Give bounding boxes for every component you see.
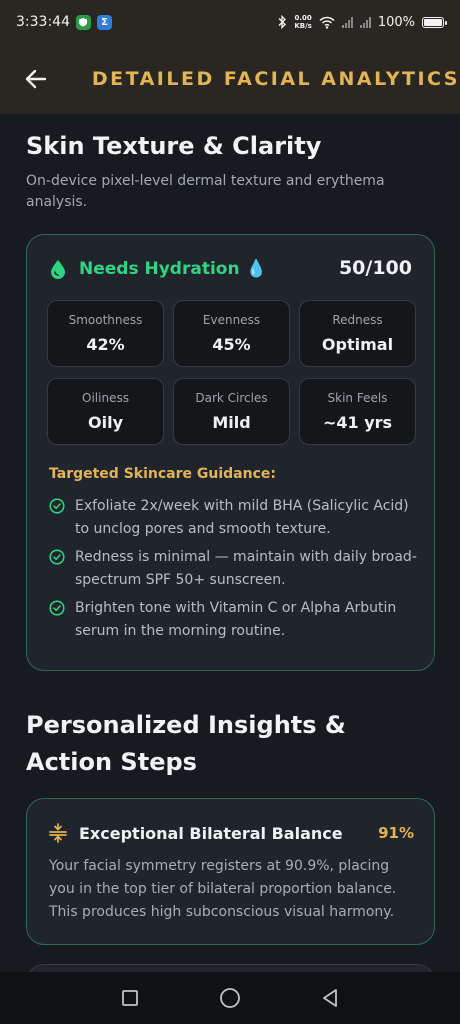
- skin-section-subtitle: On-device pixel-level dermal texture and…: [26, 173, 385, 210]
- metric-value: ~41 yrs: [322, 413, 393, 432]
- net-speed-value: 0.00: [294, 14, 312, 22]
- wifi-icon: [319, 16, 335, 29]
- back-button[interactable]: [16, 59, 56, 99]
- check-circle-icon: [49, 549, 65, 565]
- insight-card: Exceptional Bilateral Balance 91% Your f…: [26, 798, 435, 945]
- metric-skin-age: Skin Feels ~41 yrs: [299, 378, 416, 445]
- insight-body: Your facial symmetry registers at 90.9%,…: [49, 858, 397, 920]
- hydration-status: Needs Hydration 💧: [79, 259, 267, 279]
- nav-home-button[interactable]: [210, 978, 250, 1018]
- nav-back-button[interactable]: [310, 978, 350, 1018]
- skin-section-title: Skin Texture & Clarity: [26, 132, 322, 160]
- bluetooth-icon: [278, 15, 287, 29]
- shield-app-icon: [75, 14, 91, 30]
- insight-percent: 91%: [378, 824, 414, 842]
- metric-dark-circles: Dark Circles Mild: [173, 378, 290, 445]
- insight-card-next: [26, 964, 435, 972]
- check-circle-icon: [49, 498, 65, 514]
- metric-smoothness: Smoothness 42%: [47, 300, 164, 367]
- skin-analysis-card: Needs Hydration 💧 50/100 Smoothness 42% …: [26, 234, 435, 671]
- net-speed: 0.00 KB/s: [294, 14, 311, 30]
- guidance-item: Brighten tone with Vitamin C or Alpha Ar…: [49, 597, 419, 643]
- skin-score: 50/100: [338, 257, 412, 279]
- metric-label: Redness: [332, 313, 383, 327]
- guidance-text: Exfoliate 2x/week with mild BHA (Salicyl…: [75, 498, 409, 537]
- insight-title: Exceptional Bilateral Balance: [79, 823, 343, 843]
- metric-label: Skin Feels: [327, 391, 388, 405]
- metric-value: Oily: [88, 413, 123, 432]
- battery-percent: 100%: [377, 14, 415, 30]
- metric-redness: Redness Optimal: [299, 300, 416, 367]
- signal-icon-2: [359, 16, 371, 28]
- metric-label: Dark Circles: [195, 391, 268, 405]
- status-indicator-icon: [51, 260, 65, 279]
- guidance-item: Redness is minimal — maintain with daily…: [49, 546, 419, 592]
- metric-label: Oiliness: [82, 391, 129, 405]
- status-bar: 3:33:44 Σ 0.00 KB/s 100%: [0, 0, 460, 44]
- metric-value: Mild: [212, 413, 251, 432]
- page-title: DETAILED FACIAL ANALYTICS: [91, 68, 460, 90]
- metric-oiliness: Oiliness Oily: [47, 378, 164, 445]
- signal-icon-1: [341, 16, 353, 28]
- net-speed-unit: KB/s: [294, 22, 312, 30]
- metric-evenness: Evenness 45%: [173, 300, 290, 367]
- guidance-text: Brighten tone with Vitamin C or Alpha Ar…: [75, 600, 397, 639]
- arrow-left-icon: [25, 69, 47, 89]
- battery-icon: [422, 16, 447, 28]
- guidance-item: Exfoliate 2x/week with mild BHA (Salicyl…: [49, 495, 419, 541]
- metric-label: Smoothness: [68, 313, 143, 327]
- circle-icon: [220, 988, 240, 1008]
- square-icon: [122, 990, 138, 1006]
- system-nav-bar: [0, 972, 460, 1024]
- metric-value: 45%: [212, 335, 251, 354]
- guidance-title: Targeted Skincare Guidance:: [49, 466, 276, 482]
- sigma-app-icon: Σ: [96, 14, 112, 30]
- app-header: DETAILED FACIAL ANALYTICS: [0, 44, 460, 114]
- insights-section-title: Personalized Insights & Action Steps: [26, 711, 346, 776]
- metric-label: Evenness: [202, 313, 261, 327]
- nav-recents-button[interactable]: [110, 978, 150, 1018]
- metric-value: 42%: [86, 335, 125, 354]
- guidance-text: Redness is minimal — maintain with daily…: [75, 549, 417, 588]
- triangle-back-icon: [323, 989, 337, 1007]
- metric-value: Optimal: [321, 335, 394, 354]
- balance-icon: [49, 823, 67, 843]
- status-time: 3:33:44: [16, 14, 70, 30]
- check-circle-icon: [49, 600, 65, 616]
- scroll-content[interactable]: Skin Texture & Clarity On-device pixel-l…: [0, 114, 460, 972]
